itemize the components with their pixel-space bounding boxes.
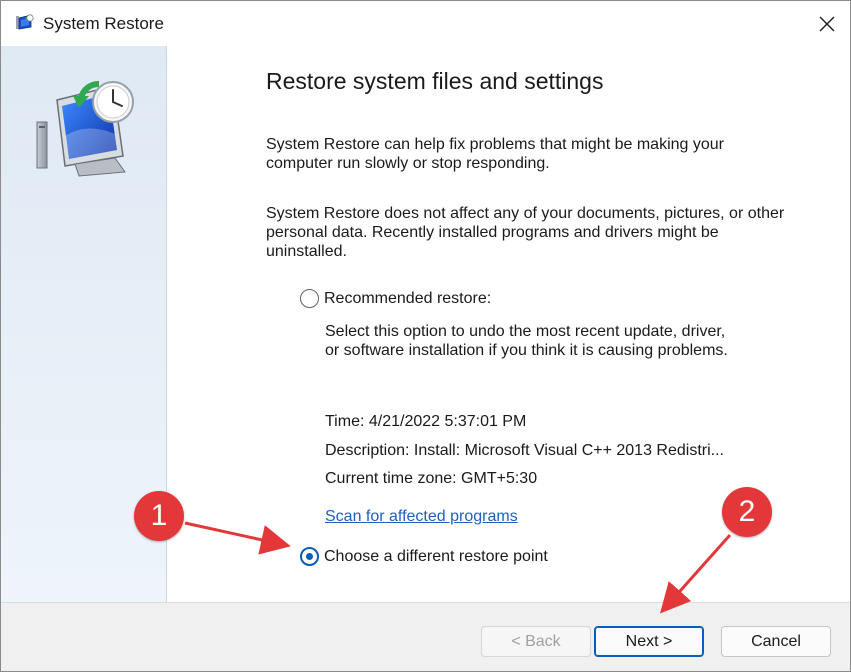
- close-icon: [819, 16, 835, 31]
- close-button[interactable]: [804, 1, 850, 46]
- title-bar: System Restore: [1, 1, 850, 46]
- button-bar: < Back Next > Cancel: [1, 602, 850, 671]
- info-text: System Restore does not affect any of yo…: [266, 204, 826, 261]
- different-restore-point-radio[interactable]: [300, 547, 319, 566]
- intro-line: System Restore can help fix problems tha…: [266, 136, 724, 153]
- info-line: personal data. Recently installed progra…: [266, 224, 719, 241]
- restore-time: Time: 4/21/2022 5:37:01 PM: [325, 413, 527, 430]
- next-button[interactable]: Next >: [594, 626, 704, 657]
- recommended-restore-radio[interactable]: [300, 289, 319, 308]
- scan-affected-programs-link[interactable]: Scan for affected programs: [325, 508, 518, 526]
- restore-description: Description: Install: Microsoft Visual C…: [325, 442, 724, 459]
- recommended-restore-label[interactable]: Recommended restore:: [324, 290, 491, 308]
- system-restore-icon: [15, 13, 35, 33]
- info-line: System Restore does not affect any of yo…: [266, 205, 785, 222]
- recommended-description: Select this option to undo the most rece…: [325, 322, 728, 360]
- recommended-desc-line: or software installation if you think it…: [325, 342, 728, 359]
- intro-text: System Restore can help fix problems tha…: [266, 135, 826, 173]
- info-line: uninstalled.: [266, 243, 347, 260]
- annotation-badge-2: 2: [722, 487, 772, 537]
- cancel-button[interactable]: Cancel: [721, 626, 831, 657]
- different-restore-point-label[interactable]: Choose a different restore point: [324, 548, 548, 566]
- back-button[interactable]: < Back: [481, 626, 591, 657]
- recommended-desc-line: Select this option to undo the most rece…: [325, 323, 726, 340]
- system-restore-window: System Restore Restore system files and …: [0, 0, 851, 672]
- page-title: Restore system files and settings: [266, 68, 604, 94]
- intro-line: computer run slowly or stop responding.: [266, 155, 550, 172]
- annotation-badge-1: 1: [134, 491, 184, 541]
- window-title: System Restore: [43, 14, 164, 33]
- restore-timezone: Current time zone: GMT+5:30: [325, 470, 538, 487]
- monitor-clock-icon: [35, 78, 139, 178]
